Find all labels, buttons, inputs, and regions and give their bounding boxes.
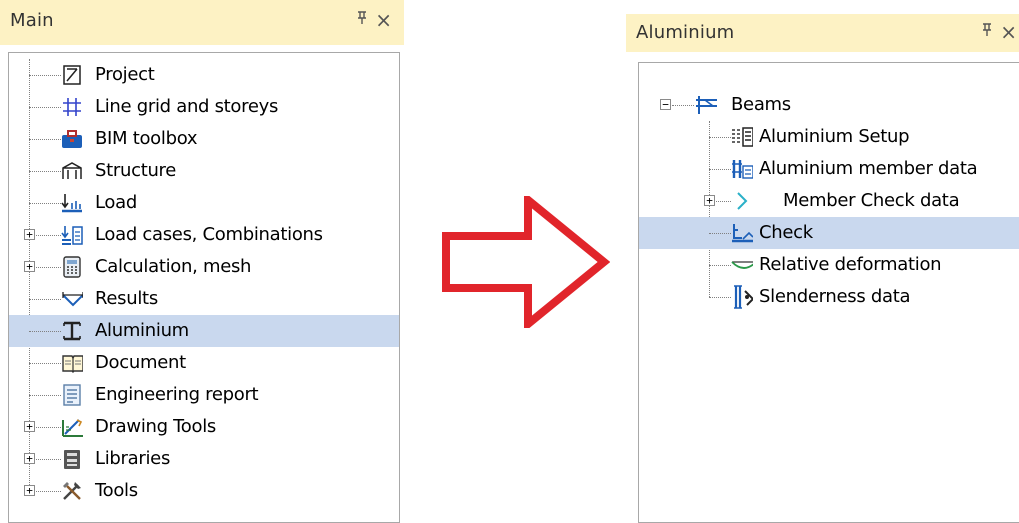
tree-item-label: Relative deformation — [759, 254, 942, 275]
expand-icon[interactable]: + — [24, 261, 35, 272]
tree-item-relative-deformation[interactable]: Relative deformation — [639, 249, 1019, 281]
tree-item-drawing-tools[interactable]: + Drawing Tools — [9, 411, 399, 443]
tree-item-member-check-data[interactable]: + Member Check data — [639, 185, 1019, 217]
tree-item-aluminium[interactable]: Aluminium — [9, 315, 399, 347]
project-icon — [61, 64, 83, 86]
expand-icon[interactable]: + — [24, 453, 35, 464]
close-icon[interactable]: × — [1000, 20, 1017, 44]
setup-icon — [731, 126, 753, 148]
aluminium-icon — [61, 320, 83, 342]
tree-item-label: Project — [95, 64, 155, 85]
tree-item-label: Drawing Tools — [95, 416, 217, 437]
tree-item-label: Aluminium — [95, 320, 189, 341]
expand-icon[interactable]: + — [24, 485, 35, 496]
aluminium-panel-title: Aluminium — [636, 22, 735, 43]
tree-item-line-grid[interactable]: Line grid and storeys — [9, 91, 399, 123]
expand-icon[interactable]: + — [704, 195, 715, 206]
tree-item-aluminium-setup[interactable]: Aluminium Setup — [639, 121, 1019, 153]
tree-item-label: Document — [95, 352, 186, 373]
tree-item-calculation[interactable]: + Calculation, mesh — [9, 251, 399, 283]
deformation-icon — [731, 254, 753, 276]
tree-item-label: BIM toolbox — [95, 128, 198, 149]
load-cases-icon — [61, 224, 83, 246]
tree-item-structure[interactable]: Structure — [9, 155, 399, 187]
beams-icon — [695, 94, 717, 116]
expand-icon[interactable]: + — [24, 421, 35, 432]
tree-item-check[interactable]: Check — [639, 217, 1019, 249]
tree-item-aluminium-member-data[interactable]: Aluminium member data — [639, 153, 1019, 185]
aluminium-tree: − Beams Aluminium Setup Aluminium member… — [638, 62, 1019, 523]
tools-icon — [61, 480, 83, 502]
tree-item-label: Beams — [731, 94, 791, 115]
pin-icon[interactable] — [356, 10, 368, 29]
drawing-tools-icon — [61, 416, 83, 438]
aluminium-panel-titlebar: Aluminium × — [626, 14, 1019, 52]
arrow-right-icon — [442, 191, 611, 333]
tree-item-label: Tools — [95, 480, 138, 501]
tree-item-libraries[interactable]: + Libraries — [9, 443, 399, 475]
tree-item-label: Load — [95, 192, 137, 213]
tree-item-label: Load cases, Combinations — [95, 224, 323, 245]
tree-item-engineering-report[interactable]: Engineering report — [9, 379, 399, 411]
main-panel-title: Main — [10, 10, 54, 31]
tree-item-label: Member Check data — [783, 190, 960, 211]
tree-item-load-cases[interactable]: + Load cases, Combinations — [9, 219, 399, 251]
tree-item-label: Structure — [95, 160, 177, 181]
tree-item-document[interactable]: Document — [9, 347, 399, 379]
libraries-icon — [61, 448, 83, 470]
tree-item-label: Libraries — [95, 448, 171, 469]
tree-item-bim-toolbox[interactable]: BIM toolbox — [9, 123, 399, 155]
tree-item-label: Line grid and storeys — [95, 96, 279, 117]
structure-icon — [61, 160, 83, 182]
slenderness-icon — [731, 285, 753, 309]
expand-icon[interactable]: + — [24, 229, 35, 240]
calculator-icon — [61, 256, 83, 278]
tree-item-label: Results — [95, 288, 158, 309]
close-icon[interactable]: × — [375, 8, 392, 32]
aluminium-panel: Aluminium × − Beams Aluminium Setup Alum… — [626, 0, 1019, 523]
tree-item-label: Slenderness data — [759, 286, 911, 307]
tree-item-label: Calculation, mesh — [95, 256, 252, 277]
results-icon — [61, 288, 83, 310]
tree-item-load[interactable]: Load — [9, 187, 399, 219]
tree-item-label: Aluminium Setup — [759, 126, 910, 147]
member-data-icon — [731, 158, 753, 180]
main-panel-titlebar: Main × — [0, 0, 404, 45]
load-icon — [61, 192, 83, 214]
toolbox-icon — [61, 128, 83, 150]
tree-item-slenderness-data[interactable]: Slenderness data — [639, 281, 1019, 313]
pin-icon[interactable] — [981, 22, 993, 41]
report-icon — [61, 384, 83, 406]
member-check-icon — [731, 190, 753, 212]
grid-icon — [61, 96, 83, 118]
document-icon — [61, 352, 83, 374]
tree-item-label: Check — [759, 222, 813, 243]
main-panel: Main × Project Line grid and storeys BIM… — [0, 0, 404, 523]
collapse-icon[interactable]: − — [660, 99, 671, 110]
tree-item-results[interactable]: Results — [9, 283, 399, 315]
tree-item-label: Engineering report — [95, 384, 259, 405]
check-icon — [731, 222, 753, 244]
tree-item-tools[interactable]: + Tools — [9, 475, 399, 507]
tree-item-project[interactable]: Project — [9, 59, 399, 91]
tree-item-label: Aluminium member data — [759, 158, 978, 179]
main-tree: Project Line grid and storeys BIM toolbo… — [8, 52, 400, 523]
tree-item-beams[interactable]: − Beams — [639, 89, 1019, 121]
